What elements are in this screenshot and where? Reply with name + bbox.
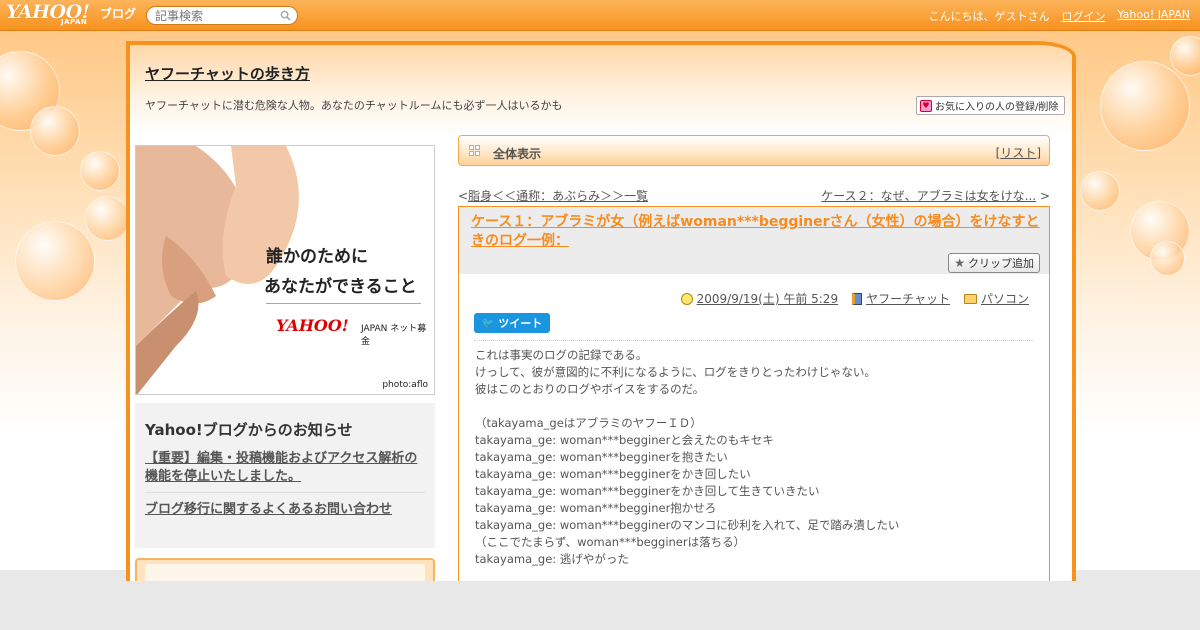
article-nav: <脂身＜＜通称：あぶらみ＞＞一覧 ケース２：なぜ、アブラミは女をけな... > <box>458 187 1050 203</box>
article: ケース１：アブラミが女（例えばwoman***begginerさん（女性）の場合… <box>458 206 1050 581</box>
blog-title[interactable]: ヤフーチャットの歩き方 <box>145 63 310 84</box>
prev-article-link[interactable]: 脂身＜＜通称：あぶらみ＞＞一覧 <box>468 189 648 203</box>
top-links: こんにちは、ゲストさん ログイン Yahoo! JAPAN <box>928 8 1190 24</box>
top-bar: YAHOO! JAPAN ブログ こんにちは、ゲストさん ログイン Yahoo!… <box>0 0 1200 31</box>
article-header: ケース１：アブラミが女（例えばwoman***begginerさん（女性）の場合… <box>459 207 1049 274</box>
bubble <box>15 221 95 301</box>
blog-frame: ヤフーチャットの歩き方 ヤフーチャットに潜む危険な人物。あなたのチャットルームに… <box>126 41 1076 581</box>
ad-photo-credit: photo:aflo <box>382 380 428 390</box>
list-link[interactable]: リスト <box>1000 146 1036 160</box>
notice-link-faq[interactable]: ブログ移行に関するよくあるお問い合わせ <box>145 499 425 525</box>
nav-next: ケース２：なぜ、アブラミは女をけな... > <box>821 187 1050 204</box>
list-toggle: [リスト] <box>996 144 1041 161</box>
list-bracket-close: ] <box>1036 146 1041 160</box>
nav-prev: <脂身＜＜通称：あぶらみ＞＞一覧 <box>458 187 648 204</box>
ad-divider <box>266 303 421 304</box>
next-arrow: > <box>1039 189 1050 203</box>
book-icon <box>852 292 863 305</box>
folder-icon <box>963 293 977 304</box>
notice-box: Yahoo!ブログからのお知らせ 【重要】編集・投稿機能およびアクセス解析の機能… <box>135 403 435 548</box>
tweet-label: ツイート <box>498 317 543 330</box>
bubble <box>1100 61 1190 151</box>
blog-description: ヤフーチャットに潜む危険な人物。あなたのチャットルームにも必ず一人はいるかも <box>145 99 563 112</box>
favorite-register-button[interactable]: ♥ お気に入りの人の登録/削除 <box>916 96 1065 115</box>
ad-logo-sub: JAPAN ネット募金 <box>361 324 427 347</box>
login-link[interactable]: ログイン <box>1061 8 1105 24</box>
side-box-inner <box>145 564 425 581</box>
grid-icon <box>469 145 480 156</box>
meta-category1: ヤフーチャット <box>852 290 950 307</box>
ad-banner[interactable]: 誰かのために あなたができること YAHOO! JAPAN ネット募金 phot… <box>135 145 435 395</box>
view-all-bar: 全体表示 [リスト] <box>458 135 1050 166</box>
dotted-divider <box>474 340 1034 341</box>
blog-header: ヤフーチャットの歩き方 ヤフーチャットに潜む危険な人物。あなたのチャットルームに… <box>130 45 1072 135</box>
heart-icon: ♥ <box>920 99 932 112</box>
greeting-text: こんにちは、ゲストさん <box>928 10 1050 23</box>
meta-date: 2009/9/19(土) 午前 5:29 <box>680 290 838 307</box>
star-icon: ★ <box>954 256 965 270</box>
side-box <box>135 558 435 581</box>
bubble <box>1150 241 1185 276</box>
ad-yahoo-logo: YAHOO! <box>276 316 349 335</box>
bubble <box>80 151 120 191</box>
yahoo-japan-link[interactable]: Yahoo! JAPAN <box>1117 8 1190 24</box>
next-article-link[interactable]: ケース２：なぜ、アブラミは女をけな... <box>821 189 1036 203</box>
yahoo-blog-label[interactable]: ブログ <box>100 5 136 22</box>
clip-add-label: クリップ追加 <box>968 257 1034 270</box>
search-icon[interactable] <box>280 10 291 21</box>
article-meta: 2009/9/19(土) 午前 5:29 ヤフーチャット パソコン <box>680 290 1029 307</box>
article-body: これは事実のログの記録である。 けっして、彼が意図的に不利になるように、ログをき… <box>475 348 900 566</box>
ad-text-line1: 誰かのために <box>266 247 368 267</box>
clock-icon <box>680 292 693 305</box>
search-input[interactable] <box>155 9 275 23</box>
notice-title: Yahoo!ブログからのお知らせ <box>145 421 353 439</box>
favorite-register-label: お気に入りの人の登録/削除 <box>935 102 1059 113</box>
tweet-button[interactable]: 🐦 ツイート <box>474 313 550 333</box>
search-box <box>146 6 298 25</box>
category2-link[interactable]: パソコン <box>981 290 1029 307</box>
meta-category2: パソコン <box>963 290 1029 307</box>
bubble <box>1080 171 1120 211</box>
notice-link-important[interactable]: 【重要】編集・投稿機能およびアクセス解析の機能を停止いたしました。 <box>145 448 425 493</box>
handshake-image <box>136 146 299 394</box>
bubble <box>30 106 80 156</box>
category1-link[interactable]: ヤフーチャット <box>866 290 950 307</box>
prev-arrow: < <box>458 189 469 203</box>
clip-add-button[interactable]: ★ クリップ追加 <box>948 253 1040 273</box>
yahoo-logo-sub: JAPAN <box>61 18 88 26</box>
ad-text-line2: あなたができること <box>264 277 417 297</box>
bird-icon: 🐦 <box>481 317 495 329</box>
bubble <box>1170 36 1200 76</box>
date-link[interactable]: 2009/9/19(土) 午前 5:29 <box>697 290 838 307</box>
bubble <box>85 196 130 241</box>
view-all-label: 全体表示 <box>493 147 542 161</box>
article-title[interactable]: ケース１：アブラミが女（例えばwoman***begginerさん（女性）の場合… <box>471 213 1041 251</box>
